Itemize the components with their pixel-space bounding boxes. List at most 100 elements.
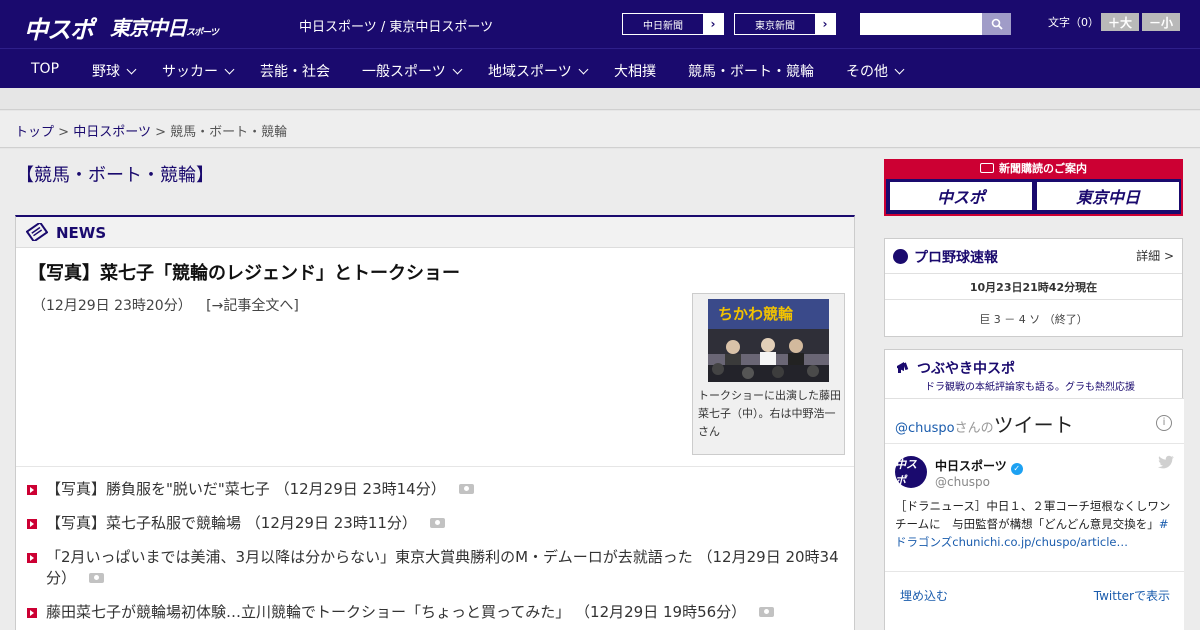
ad-band [0,88,1200,110]
tweets-card: つぶやき中スポ ドラ観戦の本紙評論家も語る。グラも熱烈応援 @chuspoさんの… [884,349,1184,630]
subscription-title-text: 新聞購読のご案内 [999,162,1087,175]
news-photo[interactable]: ちかわ競輪 [708,299,829,382]
breadcrumb-current: 競馬・ボート・競輪 [170,125,288,140]
baseball-score[interactable]: 巨 3 － 4 ソ （終了） [885,311,1182,327]
divider [885,443,1184,444]
nav-label: 競馬・ボート・競輪 [688,64,814,80]
nav-label: 芸能・社会 [260,64,330,80]
tweets-title: つぶやき中スポ [895,358,1015,378]
nav-item-soccer[interactable]: サッカー [162,61,235,81]
headline-link[interactable]: 【写真】菜七子「競輪のレジェンド」とトークショー [28,259,460,285]
camera-icon [429,518,445,528]
tweet-account-name-text: 中日スポーツ [935,459,1007,473]
news-header: NEWS [16,217,854,248]
nav-label: サッカー [162,64,218,80]
baseball-title-text: プロ野球速報 [914,250,998,266]
nav-label: TOP [31,61,60,77]
breadcrumb-top[interactable]: トップ [15,125,54,140]
nav-label: その他 [846,64,888,80]
baseball-detail-link[interactable]: 詳細 > [1136,247,1174,264]
info-icon[interactable]: i [1156,415,1172,431]
chevron-down-icon [224,64,235,75]
chevron-down-icon [894,64,905,75]
nav-label: 一般スポーツ [362,64,446,80]
nav-item-top[interactable]: TOP [31,61,59,77]
twitter-bird-icon[interactable] [1158,455,1174,469]
nav-label: 地域スポーツ [488,64,572,80]
news-item-link[interactable]: 【写真】菜七子私服で競輪場 [46,514,241,532]
svg-text:ちかわ競輪: ちかわ競輪 [718,305,794,323]
full-article-link[interactable]: [→記事全文へ] [206,298,299,314]
baseball-title: プロ野球速報 [893,247,998,267]
camera-icon [458,484,474,494]
list-item: 【写真】勝負服を"脱いだ"菜七子 （12月29日 23時14分） [26,479,846,500]
font-larger-button[interactable]: ＋大 [1101,13,1139,31]
news-label: NEWS [56,224,107,242]
news-box: NEWS 【写真】菜七子「競輪のレジェンド」とトークショー （12月29日 23… [15,215,855,630]
divider [885,299,1182,300]
search-icon [991,18,1003,30]
tokyo-chunichi-logo[interactable]: 東京中日スポーツ [110,12,219,41]
bullet-icon [27,485,37,495]
font-smaller-button[interactable]: －小 [1142,13,1180,31]
timeline-san: さんの [954,421,994,436]
newspaper-icon [980,163,994,173]
bullet-icon [27,553,37,563]
embed-link[interactable]: 埋め込む [900,587,948,604]
nav-label: 野球 [92,64,120,80]
tweet-url[interactable]: chunichi.co.jp/chuspo/article… [952,535,1128,549]
photo-box: ちかわ競輪 トークショーに出演した藤田菜七子（中）。右は中野浩一さん [692,293,845,455]
site-title: 中日スポーツ / 東京中日スポーツ [299,20,494,35]
list-item: 「2月いっぱいまでは美浦、3月以降は分からない」東京大賞典勝利のM・デムーロが去… [26,547,846,589]
subscription-banner[interactable]: 新聞購読のご案内 中スポ 東京中日 [884,159,1183,216]
timeline-handle-link[interactable]: @chuspo [895,421,955,436]
timeline-heading: ツイート [993,413,1074,437]
tweet-text: ［ドラニュース］中日１、２軍コーチ垣根なくしワンチームに 与田監督が構想「どんど… [895,497,1175,551]
page-title: 【競馬・ボート・競輪】 [16,165,214,186]
news-item-link[interactable]: 「2月いっぱいまでは美浦、3月以降は分からない」東京大賞典勝利のM・デムーロが去… [46,548,693,566]
nav-item-other[interactable]: その他 [846,61,905,81]
tweets-subtitle: ドラ観戦の本紙評論家も語る。グラも熱烈応援 [925,382,1135,393]
headline-meta: （12月29日 23時20分） [→記事全文へ] [32,295,299,315]
subscription-title: 新聞購読のご案内 [886,159,1181,179]
chevron-down-icon [452,64,463,75]
search-button[interactable] [982,13,1011,35]
chevron-down-icon [126,64,137,75]
news-item-link[interactable]: 藤田菜七子が競輪場初体験…立川競輪でトークショー「ちょっと買ってみた」 [46,603,570,621]
nav-item-general-sports[interactable]: 一般スポーツ [362,61,463,81]
chunichi-shimbun-button[interactable]: 中日新聞 › [622,13,724,35]
news-item-time: （12月29日 23時11分） [245,514,417,532]
news-item-time: （12月29日 19時56分） [575,603,747,621]
news-list: 【写真】勝負服を"脱いだ"菜七子 （12月29日 23時14分） 【写真】菜七子… [26,479,846,630]
photo-illustration: ちかわ競輪 [708,299,829,382]
search-input[interactable] [860,13,982,35]
tokyo-shimbun-button[interactable]: 東京新聞 › [734,13,836,35]
view-on-twitter-link[interactable]: Twitterで表示 [1094,587,1170,604]
tokyo-shimbun-label: 東京新聞 [735,14,815,34]
chevron-down-icon [578,64,589,75]
chunichi-shimbun-label: 中日新聞 [623,14,703,34]
nav-item-keiba-boat-keirin[interactable]: 競馬・ボート・競輪 [688,61,814,81]
nav-item-sumo[interactable]: 大相撲 [614,61,656,81]
chuspo-logo[interactable]: 中スポ [24,10,94,45]
divider [16,466,854,467]
breadcrumb-section[interactable]: 中日スポーツ [73,125,151,140]
camera-icon [88,573,104,583]
nav-item-baseball[interactable]: 野球 [92,61,137,81]
baseball-scores-card: プロ野球速報 詳細 > 10月23日21時42分現在 巨 3 － 4 ソ （終了… [884,238,1183,337]
tokyo-chunichi-logo-suffix: スポーツ [186,28,219,38]
news-item-link[interactable]: 【写真】勝負服を"脱いだ"菜七子 [46,480,270,498]
chuspo-subscribe-logo[interactable]: 中スポ [890,182,1032,210]
nav-label: 大相撲 [614,64,656,80]
nav-item-local-sports[interactable]: 地域スポーツ [488,61,589,81]
tokyo-chunichi-subscribe-logo[interactable]: 東京中日 [1037,182,1179,210]
newspaper-icon [26,223,48,241]
main-nav: TOP 野球 サッカー 芸能・社会 一般スポーツ 地域スポーツ 大相撲 競馬・ボ… [0,48,1200,88]
chevron-right-icon: › [710,17,716,31]
verified-icon: ✓ [1010,463,1023,475]
tweet-account-name[interactable]: 中日スポーツ ✓ [935,457,1023,475]
nav-item-entertainment[interactable]: 芸能・社会 [260,61,330,81]
avatar[interactable]: 中スポ [895,456,927,488]
tweet-account-handle[interactable]: @chuspo [935,475,990,489]
breadcrumb: トップ > 中日スポーツ > 競馬・ボート・競輪 [15,121,287,140]
